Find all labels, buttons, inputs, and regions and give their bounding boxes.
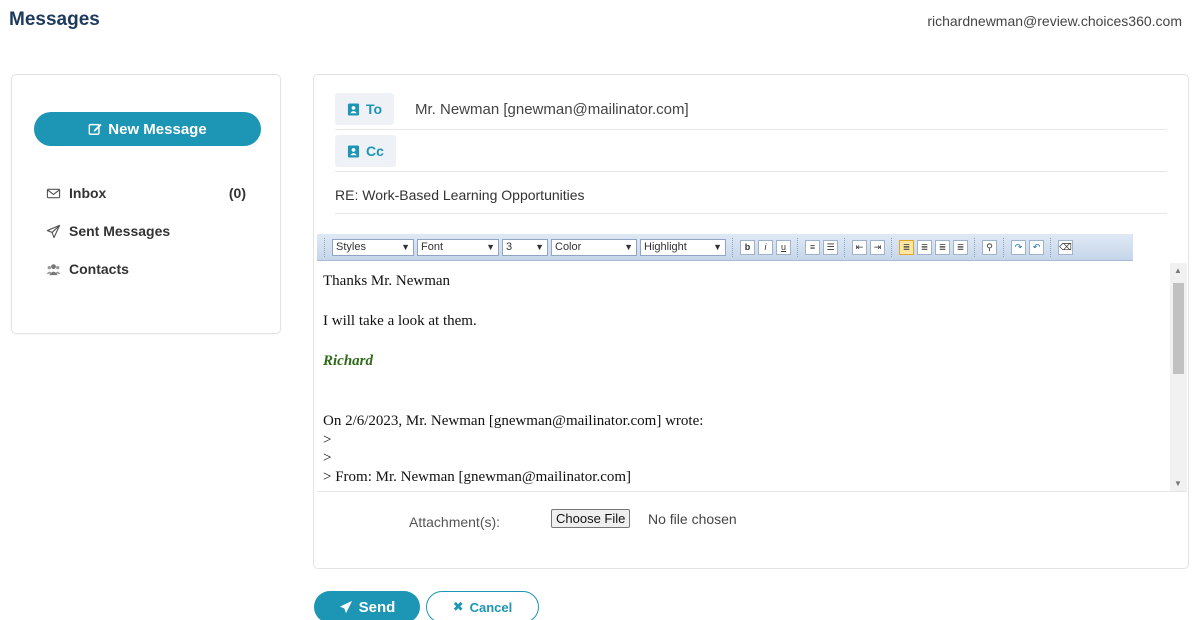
eraser-icon[interactable]: ⌫ xyxy=(1058,239,1073,255)
toolbar-separator xyxy=(324,237,326,257)
sidebar-item-contacts[interactable]: Contacts xyxy=(46,261,129,277)
envelope-icon xyxy=(46,188,61,198)
toolbar-separator xyxy=(891,237,893,257)
inbox-count: (0) xyxy=(228,185,246,201)
sidebar-item-label: Inbox xyxy=(69,185,107,201)
size-select[interactable]: 3 ▼ xyxy=(502,238,548,256)
size-select-value: 3 xyxy=(506,241,513,253)
to-button[interactable]: To xyxy=(335,93,395,125)
numbered-list-icon[interactable]: ☰ xyxy=(823,239,838,255)
sidebar-item-sent-messages[interactable]: Sent Messages xyxy=(46,223,170,239)
divider xyxy=(317,491,1187,492)
compose-panel: To Mr. Newman [gnewman@mailinator.com] C… xyxy=(313,74,1189,569)
subject-field[interactable]: RE: Work-Based Learning Opportunities xyxy=(335,187,585,203)
body-line: Thanks Mr. Newman xyxy=(323,273,451,289)
styles-select-value: Styles xyxy=(336,241,366,253)
toolbar-separator xyxy=(1050,237,1052,257)
sidebar-item-label: Contacts xyxy=(69,261,129,277)
divider xyxy=(335,171,1167,172)
divider xyxy=(335,213,1167,214)
underline-icon[interactable]: u xyxy=(776,239,791,255)
chevron-down-icon: ▼ xyxy=(713,242,722,252)
align-right-icon[interactable]: ≣ xyxy=(935,239,950,255)
file-status: No file chosen xyxy=(648,511,737,527)
indent-icon[interactable]: ⇥ xyxy=(870,239,885,255)
chevron-down-icon: ▼ xyxy=(401,242,410,252)
highlight-select-value: Highlight xyxy=(644,241,687,253)
toolbar-separator xyxy=(1003,237,1005,257)
scroll-up-icon[interactable]: ▲ xyxy=(1174,266,1182,275)
address-book-icon xyxy=(347,102,360,116)
body-line: I will take a look at them. xyxy=(323,313,477,329)
send-button[interactable]: Send xyxy=(314,591,420,620)
body-line: > From: Mr. Newman [gnewman@mailinator.c… xyxy=(323,469,632,485)
to-recipient[interactable]: Mr. Newman [gnewman@mailinator.com] xyxy=(415,101,689,118)
align-left-icon[interactable]: ≣ xyxy=(899,239,914,255)
font-select-value: Font xyxy=(421,241,444,253)
paper-plane-icon xyxy=(339,600,352,614)
outdent-icon[interactable]: ⇤ xyxy=(852,239,867,255)
edit-icon xyxy=(88,123,102,135)
editor-scrollbar[interactable]: ▲ ▼ xyxy=(1170,263,1187,491)
body-line: > xyxy=(323,432,332,448)
styles-select[interactable]: Styles ▼ xyxy=(332,238,414,256)
toolbar-separator xyxy=(797,237,799,257)
choose-file-button[interactable]: Choose File xyxy=(551,509,631,528)
align-center-icon[interactable]: ≣ xyxy=(917,239,932,255)
user-email: richardnewman@review.choices360.com xyxy=(927,13,1182,29)
page-title: Messages xyxy=(9,9,100,30)
color-select[interactable]: Color ▼ xyxy=(551,238,637,256)
close-icon: ✖ xyxy=(452,599,464,614)
to-label: To xyxy=(366,101,383,117)
highlight-select[interactable]: Highlight ▼ xyxy=(640,238,726,256)
chevron-down-icon: ▼ xyxy=(535,242,544,252)
paper-plane-icon xyxy=(46,224,61,238)
scroll-thumb[interactable] xyxy=(1173,283,1184,374)
link-icon[interactable]: ⚲ xyxy=(982,239,997,255)
cc-label: Cc xyxy=(366,143,384,159)
toolbar-separator xyxy=(844,237,846,257)
address-book-icon xyxy=(347,144,360,158)
toolbar-separator xyxy=(732,237,734,257)
cancel-button[interactable]: ✖ Cancel xyxy=(426,591,539,620)
cancel-label: Cancel xyxy=(469,599,513,615)
send-label: Send xyxy=(358,598,396,616)
italic-icon[interactable]: i xyxy=(758,239,773,255)
chevron-down-icon: ▼ xyxy=(486,242,495,252)
font-select[interactable]: Font ▼ xyxy=(417,238,499,256)
sidebar-item-label: Sent Messages xyxy=(69,223,171,239)
chevron-down-icon: ▼ xyxy=(624,242,633,252)
scroll-down-icon[interactable]: ▼ xyxy=(1174,479,1182,488)
new-message-button[interactable]: New Message xyxy=(34,112,261,146)
sidebar: New Message Inbox (0) Sent Messages Cont… xyxy=(11,74,281,334)
divider xyxy=(335,129,1167,130)
users-icon xyxy=(46,263,61,275)
attachment-label: Attachment(s): xyxy=(409,514,501,530)
body-line: On 2/6/2023, Mr. Newman [gnewman@mailina… xyxy=(323,413,704,429)
body-line: > xyxy=(323,450,332,466)
toolbar-separator xyxy=(974,237,976,257)
bullet-list-icon[interactable]: ≡ xyxy=(805,239,820,255)
editor-toolbar: Styles ▼ Font ▼ 3 ▼ Color ▼ Highlight ▼ b i u… xyxy=(317,234,1133,261)
color-select-value: Color xyxy=(555,241,582,253)
bold-icon[interactable]: b xyxy=(740,239,755,255)
redo-icon[interactable]: ↷ xyxy=(1011,239,1026,255)
new-message-label: New Message xyxy=(108,120,207,138)
cc-button[interactable]: Cc xyxy=(335,135,396,167)
undo-icon[interactable]: ↶ xyxy=(1029,239,1044,255)
sidebar-item-inbox[interactable]: Inbox (0) xyxy=(46,185,246,201)
message-body-editor[interactable]: Thanks Mr. Newman I will take a look at … xyxy=(317,263,1187,491)
signature: Richard xyxy=(323,353,374,369)
align-justify-icon[interactable]: ≣ xyxy=(953,239,968,255)
